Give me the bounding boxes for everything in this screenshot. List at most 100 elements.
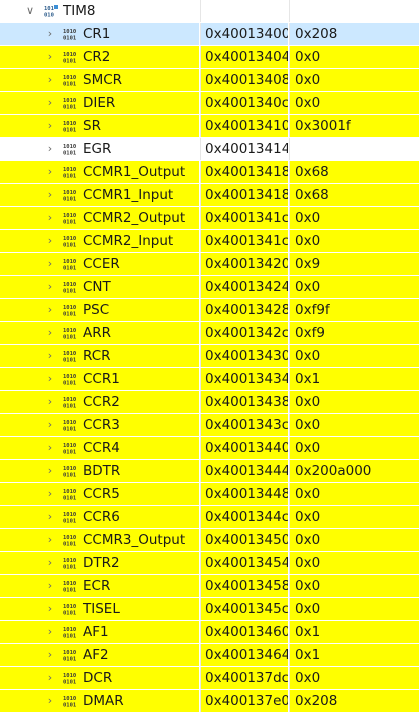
register-row[interactable]: › 1010 0101 SMCR 0x40013408 0x0 bbox=[0, 69, 419, 92]
register-row[interactable]: › 1010 0101 RCR 0x40013430 0x0 bbox=[0, 345, 419, 368]
chevron-right-icon[interactable]: › bbox=[44, 322, 56, 344]
name-cell: › 1010 0101 CCMR2_Output bbox=[0, 207, 199, 229]
register-value[interactable]: 0x0 bbox=[289, 483, 419, 505]
chevron-right-icon[interactable]: › bbox=[44, 46, 56, 68]
register-value[interactable]: 0x208 bbox=[289, 23, 419, 45]
register-value[interactable]: 0x0 bbox=[289, 230, 419, 252]
chevron-right-icon[interactable]: › bbox=[44, 552, 56, 574]
register-row[interactable]: › 1010 0101 AF2 0x40013464 0x1 bbox=[0, 644, 419, 667]
register-address: 0x40013430 bbox=[200, 345, 288, 367]
chevron-right-icon[interactable]: › bbox=[44, 230, 56, 252]
register-row[interactable]: › 1010 0101 ECR 0x40013458 0x0 bbox=[0, 575, 419, 598]
svg-text:1010: 1010 bbox=[63, 581, 76, 587]
chevron-right-icon[interactable]: › bbox=[44, 184, 56, 206]
register-value[interactable]: 0x0 bbox=[289, 92, 419, 114]
register-row[interactable]: › 1010 0101 CCMR1_Output 0x40013418 0x68 bbox=[0, 161, 419, 184]
register-name: ARR bbox=[83, 325, 111, 341]
chevron-right-icon[interactable]: › bbox=[44, 575, 56, 597]
chevron-right-icon[interactable]: › bbox=[44, 92, 56, 114]
register-value[interactable]: 0x0 bbox=[289, 69, 419, 91]
register-row[interactable]: › 1010 0101 CCMR1_Input 0x40013418 0x68 bbox=[0, 184, 419, 207]
chevron-right-icon[interactable]: › bbox=[44, 667, 56, 689]
chevron-right-icon[interactable]: › bbox=[44, 299, 56, 321]
chevron-right-icon[interactable]: › bbox=[44, 253, 56, 275]
chevron-right-icon[interactable]: › bbox=[44, 69, 56, 91]
register-value[interactable]: 0x0 bbox=[289, 552, 419, 574]
register-value[interactable]: 0x0 bbox=[289, 667, 419, 689]
register-value[interactable]: 0x0 bbox=[289, 276, 419, 298]
register-row[interactable]: › 1010 0101 BDTR 0x40013444 0x200a000 bbox=[0, 460, 419, 483]
register-row[interactable]: › 1010 0101 CCER 0x40013420 0x9 bbox=[0, 253, 419, 276]
register-row[interactable]: › 1010 0101 CCR2 0x40013438 0x0 bbox=[0, 391, 419, 414]
register-value[interactable]: 0x0 bbox=[289, 529, 419, 551]
register-value[interactable]: 0x0 bbox=[289, 207, 419, 229]
chevron-right-icon[interactable]: › bbox=[44, 276, 56, 298]
chevron-right-icon[interactable]: › bbox=[44, 414, 56, 436]
register-value[interactable]: 0x68 bbox=[289, 184, 419, 206]
register-value[interactable]: 0x200a000 bbox=[289, 460, 419, 482]
register-value[interactable]: 0x0 bbox=[289, 598, 419, 620]
register-row[interactable]: › 1010 0101 DMAR 0x400137e0 0x208 bbox=[0, 690, 419, 713]
chevron-right-icon[interactable]: › bbox=[44, 23, 56, 45]
chevron-right-icon[interactable]: › bbox=[44, 598, 56, 620]
chevron-right-icon[interactable]: › bbox=[44, 621, 56, 643]
register-row[interactable]: › 1010 0101 CR2 0x40013404 0x0 bbox=[0, 46, 419, 69]
svg-text:0101: 0101 bbox=[63, 197, 77, 202]
chevron-down-icon[interactable]: ∨ bbox=[24, 0, 36, 22]
register-value[interactable] bbox=[289, 138, 419, 160]
chevron-right-icon[interactable]: › bbox=[44, 690, 56, 712]
register-value[interactable]: 0x208 bbox=[289, 690, 419, 712]
register-value[interactable]: 0x68 bbox=[289, 161, 419, 183]
register-value[interactable]: 0x0 bbox=[289, 345, 419, 367]
register-row[interactable]: › 1010 0101 DCR 0x400137dc 0x0 bbox=[0, 667, 419, 690]
svg-text:1010: 1010 bbox=[63, 213, 76, 219]
register-value[interactable]: 0x0 bbox=[289, 46, 419, 68]
register-value[interactable]: 0x1 bbox=[289, 621, 419, 643]
register-value[interactable]: 0x0 bbox=[289, 391, 419, 413]
chevron-right-icon[interactable]: › bbox=[44, 483, 56, 505]
chevron-right-icon[interactable]: › bbox=[44, 460, 56, 482]
chevron-right-icon[interactable]: › bbox=[44, 207, 56, 229]
chevron-right-icon[interactable]: › bbox=[44, 529, 56, 551]
register-row[interactable]: › 1010 0101 CCR1 0x40013434 0x1 bbox=[0, 368, 419, 391]
register-value[interactable]: 0x1 bbox=[289, 368, 419, 390]
register-row[interactable]: › 1010 0101 CCR5 0x40013448 0x0 bbox=[0, 483, 419, 506]
register-row[interactable]: › 1010 0101 ARR 0x4001342c 0xf9 bbox=[0, 322, 419, 345]
register-value[interactable]: 0x0 bbox=[289, 575, 419, 597]
register-row[interactable]: › 1010 0101 DTR2 0x40013454 0x0 bbox=[0, 552, 419, 575]
chevron-right-icon[interactable]: › bbox=[44, 644, 56, 666]
chevron-right-icon[interactable]: › bbox=[44, 115, 56, 137]
register-row[interactable]: › 1010 0101 CCR4 0x40013440 0x0 bbox=[0, 437, 419, 460]
register-row[interactable]: › 1010 0101 SR 0x40013410 0x3001f bbox=[0, 115, 419, 138]
register-row[interactable]: › 1010 0101 EGR 0x40013414 bbox=[0, 138, 419, 161]
chevron-right-icon[interactable]: › bbox=[44, 161, 56, 183]
register-value[interactable]: 0x0 bbox=[289, 506, 419, 528]
register-row[interactable]: › 1010 0101 CCMR2_Output 0x4001341c 0x0 bbox=[0, 207, 419, 230]
peripheral-row-tim8[interactable]: ∨ 101 010 TIM8 bbox=[0, 0, 419, 23]
svg-text:1010: 1010 bbox=[63, 236, 76, 242]
chevron-right-icon[interactable]: › bbox=[44, 437, 56, 459]
register-value[interactable]: 0x9 bbox=[289, 253, 419, 275]
register-value[interactable]: 0xf9f bbox=[289, 299, 419, 321]
register-value[interactable]: 0x0 bbox=[289, 414, 419, 436]
chevron-right-icon[interactable]: › bbox=[44, 368, 56, 390]
register-address: 0x40013440 bbox=[200, 437, 288, 459]
register-row[interactable]: › 1010 0101 CR1 0x40013400 0x208 bbox=[0, 23, 419, 46]
register-row[interactable]: › 1010 0101 CNT 0x40013424 0x0 bbox=[0, 276, 419, 299]
register-row[interactable]: › 1010 0101 CCMR3_Output 0x40013450 0x0 bbox=[0, 529, 419, 552]
register-row[interactable]: › 1010 0101 CCR3 0x4001343c 0x0 bbox=[0, 414, 419, 437]
chevron-right-icon[interactable]: › bbox=[44, 345, 56, 367]
register-row[interactable]: › 1010 0101 CCR6 0x4001344c 0x0 bbox=[0, 506, 419, 529]
register-value[interactable]: 0x0 bbox=[289, 437, 419, 459]
chevron-right-icon[interactable]: › bbox=[44, 506, 56, 528]
register-value[interactable]: 0xf9 bbox=[289, 322, 419, 344]
register-row[interactable]: › 1010 0101 CCMR2_Input 0x4001341c 0x0 bbox=[0, 230, 419, 253]
chevron-right-icon[interactable]: › bbox=[44, 391, 56, 413]
register-row[interactable]: › 1010 0101 DIER 0x4001340c 0x0 bbox=[0, 92, 419, 115]
chevron-right-icon[interactable]: › bbox=[44, 138, 56, 160]
register-value[interactable]: 0x1 bbox=[289, 644, 419, 666]
register-row[interactable]: › 1010 0101 AF1 0x40013460 0x1 bbox=[0, 621, 419, 644]
register-row[interactable]: › 1010 0101 TISEL 0x4001345c 0x0 bbox=[0, 598, 419, 621]
register-value[interactable]: 0x3001f bbox=[289, 115, 419, 137]
register-row[interactable]: › 1010 0101 PSC 0x40013428 0xf9f bbox=[0, 299, 419, 322]
